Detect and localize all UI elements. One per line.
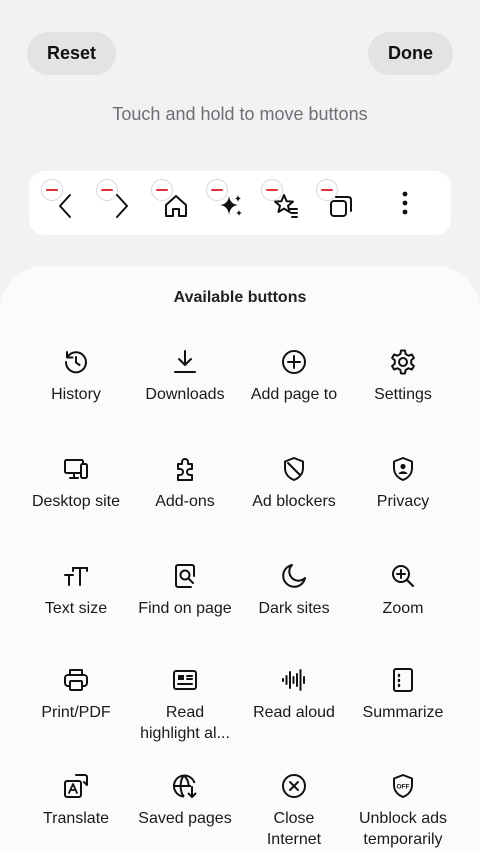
zoom-icon [392,565,415,588]
read-highlight-label: Read highlight al... [140,704,230,742]
text-size-button[interactable]: Text size [18,562,134,619]
toolbar-slot-forward[interactable] [96,179,144,227]
moon-icon [282,564,306,588]
translate-button[interactable]: Translate [18,772,134,829]
summarize-button[interactable]: Summarize [345,666,461,723]
history-button[interactable]: History [18,348,134,405]
saved-pages-button[interactable]: Saved pages [127,772,243,829]
text-size-icon [64,567,88,586]
privacy-shield-icon [393,457,413,481]
toolbar-slot-ai[interactable] [206,179,254,227]
dark-sites-button[interactable]: Dark sites [236,562,352,619]
ai-sparkle-icon [220,195,242,216]
ad-blockers-label: Ad blockers [252,493,336,510]
instruction-text: Touch and hold to move buttons [112,104,368,124]
settings-label: Settings [374,386,432,403]
waveform-icon [282,669,305,691]
desktop-site-label: Desktop site [31,493,121,510]
print-pdf-label: Print/PDF [41,704,111,721]
read-highlight-icon [173,670,197,690]
translate-label: Translate [42,810,110,827]
svg-text:OFF: OFF [397,784,410,791]
read-aloud-label: Read aloud [253,704,335,721]
print-icon [64,669,88,691]
saved-pages-label: Saved pages [138,810,232,827]
toolbar-slot-home[interactable] [151,179,199,227]
privacy-button[interactable]: Privacy [345,455,461,512]
downloads-label: Downloads [145,386,225,403]
more-vertical-icon [402,191,408,215]
download-icon [174,350,196,373]
toolbar-slot-back[interactable] [41,179,89,227]
summarize-icon [393,668,413,692]
text-size-label: Text size [44,600,108,617]
history-label: History [51,386,101,403]
read-aloud-button[interactable]: Read aloud [236,666,352,723]
top-bar: Reset Done [0,0,480,100]
available-buttons-sheet: Available buttons History Downloads Add … [0,266,480,853]
read-highlight-button[interactable]: Read highlight al... [127,666,243,744]
toolbar-slot-bookmarks[interactable] [261,179,309,227]
sheet-title: Available buttons [173,289,307,306]
zoom-label: Zoom [382,600,424,617]
find-icon [175,564,195,588]
downloads-button[interactable]: Downloads [127,348,243,405]
unblock-ads-button[interactable]: OFF Unblock ads temporarily [345,772,461,850]
unblock-ads-label: Unblock ads temporarily [358,810,448,848]
puzzle-icon [177,458,193,481]
reset-button[interactable]: Reset [27,32,116,75]
close-circle-icon [282,774,306,798]
zoom-button[interactable]: Zoom [345,562,461,619]
ad-blockers-button[interactable]: Ad blockers [236,455,352,512]
home-icon [165,195,187,217]
add-page-to-label: Add page to [250,386,338,403]
gear-icon [391,349,415,375]
done-button[interactable]: Done [368,32,453,75]
ads-off-icon: OFF [393,774,413,798]
desktop-site-button[interactable]: Desktop site [18,455,134,512]
add-ons-label: Add-ons [155,493,215,510]
back-icon [59,194,71,218]
forward-icon [116,194,128,218]
add-ons-button[interactable]: Add-ons [127,455,243,512]
dark-sites-label: Dark sites [258,600,330,617]
add-icon [282,350,306,374]
close-internet-label: Close Internet [266,810,322,848]
settings-button[interactable]: Settings [345,348,461,405]
add-page-to-button[interactable]: Add page to [236,348,352,405]
privacy-label: Privacy [376,493,430,510]
summarize-label: Summarize [362,704,444,721]
desktop-icon [64,459,88,479]
tabs-icon [330,196,352,217]
toolbar-slot-tabs[interactable] [316,179,364,227]
find-on-page-button[interactable]: Find on page [127,562,243,619]
shield-icon [284,457,304,481]
find-on-page-label: Find on page [138,600,232,617]
print-pdf-button[interactable]: Print/PDF [18,666,134,723]
more-options-button[interactable] [387,179,423,227]
saved-pages-icon [172,774,197,798]
bookmarks-icon [274,194,298,218]
current-toolbar [29,171,451,235]
history-icon [64,351,87,374]
translate-icon [64,774,88,798]
close-internet-button[interactable]: Close Internet [236,772,352,850]
